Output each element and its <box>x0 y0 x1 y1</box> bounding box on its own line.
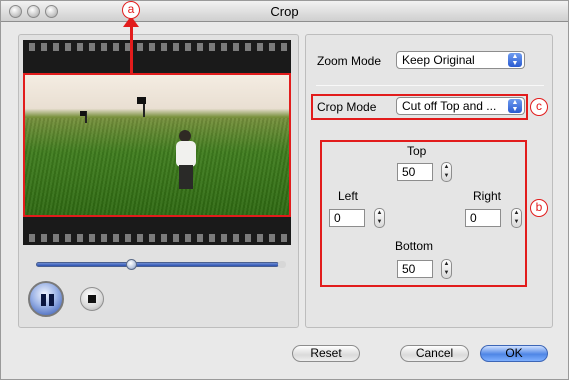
right-label: Right <box>473 189 502 203</box>
callout-b: b <box>530 199 548 217</box>
zoom-mode-label: Zoom Mode <box>317 54 382 68</box>
crop-mode-select[interactable]: Cut off Top and ... ▲ ▼ <box>396 97 525 115</box>
window-title: Crop <box>270 4 299 19</box>
pause-icon <box>41 294 46 306</box>
zoom-mode-value: Keep Original <box>402 53 475 67</box>
left-stepper[interactable]: ▲ ▼ <box>374 208 385 228</box>
callout-a: a <box>122 1 140 19</box>
film-holes-bottom <box>23 234 291 242</box>
timeline-slider-track[interactable] <box>36 262 279 267</box>
callout-c: c <box>530 98 548 116</box>
bottom-input[interactable]: 50 <box>397 260 433 278</box>
video-preview <box>23 73 291 217</box>
bottom-stepper[interactable]: ▲ ▼ <box>441 259 452 279</box>
top-stepper[interactable]: ▲ ▼ <box>441 162 452 182</box>
left-input[interactable]: 0 <box>329 209 365 227</box>
cancel-button[interactable]: Cancel <box>400 345 469 362</box>
bottom-label: Bottom <box>395 239 434 253</box>
select-arrows-icon: ▲ ▼ <box>508 99 522 113</box>
right-stepper[interactable]: ▲ ▼ <box>511 208 522 228</box>
pause-button[interactable] <box>28 281 64 317</box>
person-shirt <box>176 141 196 167</box>
film-holes-top <box>23 43 291 51</box>
pause-icon <box>49 294 54 306</box>
top-label: Top <box>407 144 427 158</box>
title-bar: Crop <box>1 1 568 22</box>
crop-mode-label: Crop Mode <box>317 100 377 114</box>
left-label: Left <box>338 189 359 203</box>
separator <box>316 85 544 86</box>
stop-icon <box>88 295 96 303</box>
flag <box>137 97 146 104</box>
zoom-mode-select[interactable]: Keep Original ▲ ▼ <box>396 51 525 69</box>
timeline-slider-end <box>278 261 286 268</box>
ok-button[interactable]: OK <box>480 345 548 362</box>
flag <box>80 111 86 116</box>
timeline-slider-knob[interactable] <box>126 259 137 270</box>
top-input[interactable]: 50 <box>397 163 433 181</box>
reset-button[interactable]: Reset <box>292 345 360 362</box>
crop-window: Crop a Zoom Mode Keep Original ▲▼ Crop <box>0 0 569 380</box>
grass-field <box>25 118 289 215</box>
select-arrows-icon: ▲ ▼ <box>508 53 522 67</box>
stop-button[interactable] <box>80 287 104 311</box>
crop-mode-value: Cut off Top and ... <box>402 99 497 113</box>
right-input[interactable]: 0 <box>465 209 501 227</box>
person-legs <box>179 165 193 189</box>
